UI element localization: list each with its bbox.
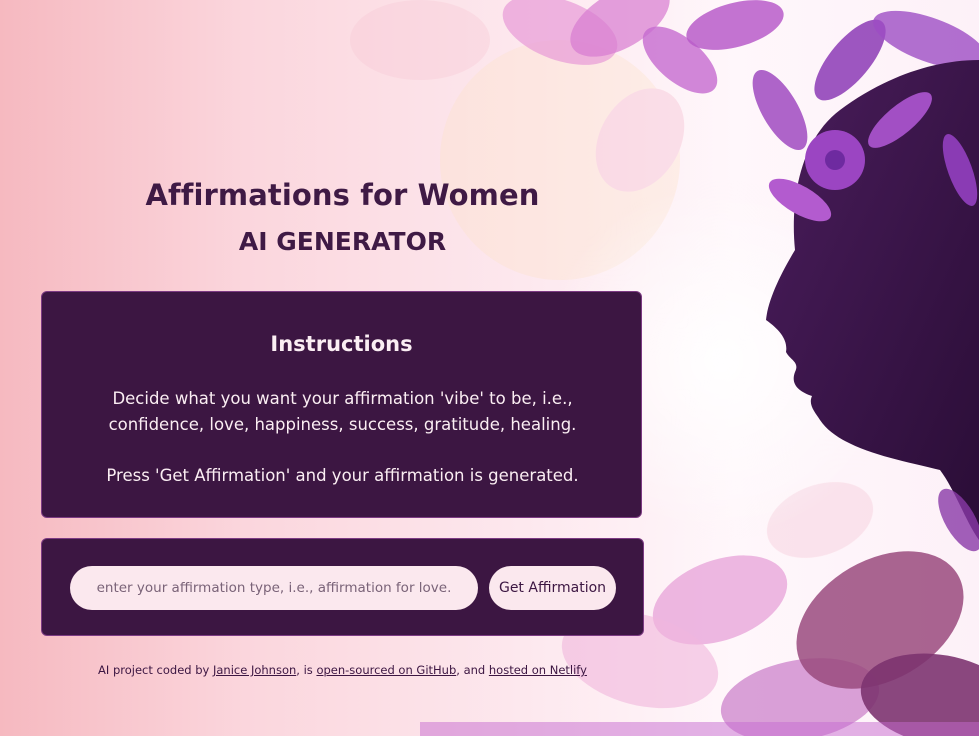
footer-middle-2: , and: [456, 663, 489, 677]
affirmation-type-input[interactable]: [70, 566, 478, 610]
footer: AI project coded by Janice Johnson, is o…: [41, 663, 644, 677]
instructions-paragraph-2: Press 'Get Affirmation' and your affirma…: [106, 466, 579, 485]
page-title: Affirmations for Women: [145, 178, 540, 212]
instructions-paragraph-1: Decide what you want your affirmation 'v…: [108, 389, 577, 434]
github-link[interactable]: open-sourced on GitHub: [316, 663, 456, 677]
get-affirmation-button[interactable]: Get Affirmation: [489, 566, 616, 610]
page-subtitle: AI GENERATOR: [238, 227, 447, 256]
footer-prefix: AI project coded by: [98, 663, 213, 677]
affirmation-form: Get Affirmation: [41, 538, 644, 636]
netlify-link[interactable]: hosted on Netlify: [489, 663, 587, 677]
instructions-card: Instructions Decide what you want your a…: [41, 291, 642, 518]
author-link[interactable]: Janice Johnson: [213, 663, 296, 677]
footer-middle-1: , is: [296, 663, 317, 677]
instructions-heading: Instructions: [270, 332, 413, 356]
